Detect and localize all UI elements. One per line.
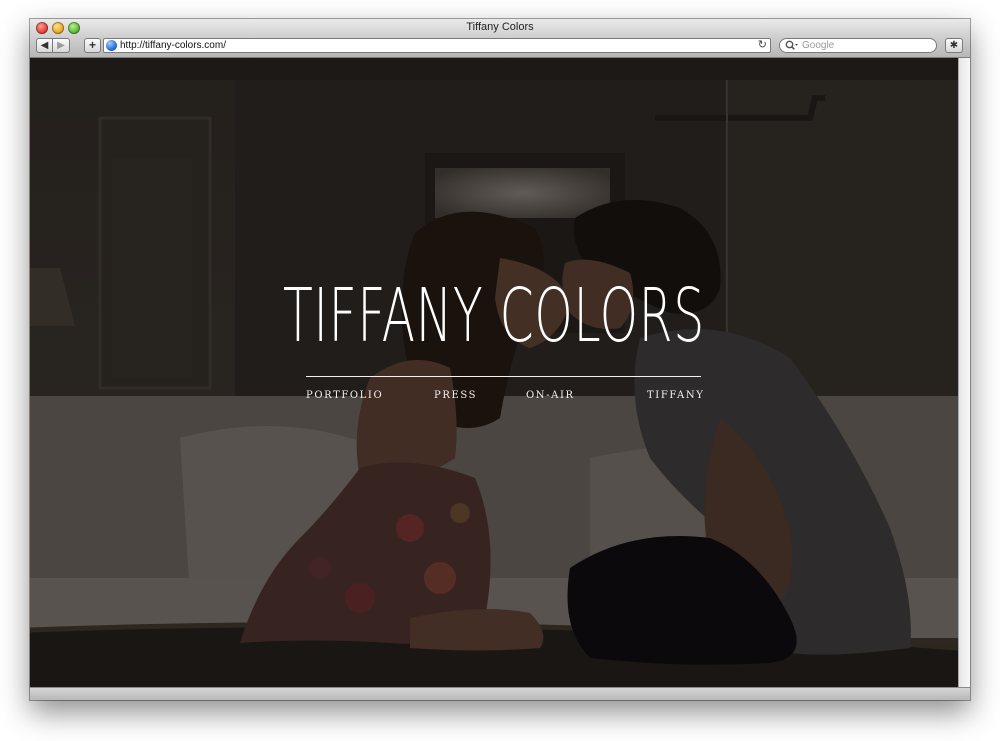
site-nav: PORTFOLIO PRESS ON-AIR TIFFANY bbox=[306, 390, 704, 406]
reload-icon[interactable]: ↻ bbox=[758, 39, 767, 52]
forward-button[interactable]: ▶ bbox=[53, 38, 70, 53]
back-button[interactable]: ◀ bbox=[36, 38, 53, 53]
search-icon[interactable] bbox=[785, 40, 799, 55]
browser-toolbar: ◀ ▶ + http://tiffany-colors.com/ ↻ Googl… bbox=[30, 37, 970, 58]
add-bookmark-button[interactable]: + bbox=[84, 38, 101, 53]
globe-icon bbox=[106, 40, 117, 51]
url-text[interactable]: http://tiffany-colors.com/ bbox=[120, 39, 226, 52]
nav-on-air[interactable]: ON-AIR bbox=[526, 390, 575, 401]
bug-icon[interactable]: ✱ bbox=[945, 38, 963, 53]
nav-portfolio[interactable]: PORTFOLIO bbox=[306, 390, 383, 401]
title-divider bbox=[306, 376, 701, 377]
nav-tiffany[interactable]: TIFFANY bbox=[647, 390, 704, 401]
status-bar bbox=[30, 687, 970, 700]
address-bar[interactable]: http://tiffany-colors.com/ ↻ bbox=[103, 38, 771, 53]
search-icon-graphic bbox=[785, 40, 798, 50]
page-viewport: TIFFANY COLORS PORTFOLIO PRESS ON-AIR TI… bbox=[30, 58, 958, 687]
window-title: Tiffany Colors bbox=[466, 21, 534, 33]
vertical-scrollbar[interactable] bbox=[958, 58, 970, 687]
title-bar[interactable]: Tiffany Colors bbox=[30, 19, 970, 37]
hero-photo bbox=[30, 58, 958, 687]
search-input[interactable]: Google bbox=[779, 38, 937, 53]
browser-window: Tiffany Colors ◀ ▶ + http://tiffany-colo… bbox=[30, 19, 970, 700]
search-placeholder: Google bbox=[802, 40, 835, 51]
site-title[interactable]: TIFFANY COLORS bbox=[188, 273, 800, 359]
nav-press[interactable]: PRESS bbox=[434, 390, 477, 401]
